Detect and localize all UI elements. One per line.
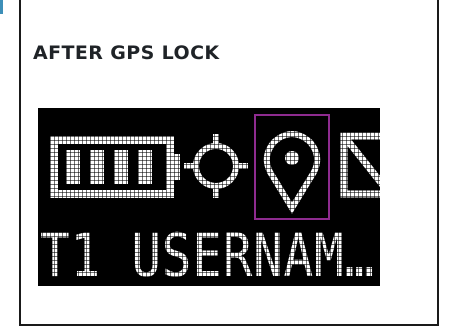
device-display: T1_USERNAM… (38, 108, 380, 286)
gps-crosshair-icon (184, 134, 248, 198)
selection-highlight (254, 114, 330, 220)
left-accent-bar (0, 0, 3, 14)
envelope-icon (340, 132, 380, 198)
username-text: T1_USERNAM… (40, 221, 375, 286)
section-heading: AFTER GPS LOCK (33, 42, 220, 64)
battery-icon (50, 136, 180, 198)
